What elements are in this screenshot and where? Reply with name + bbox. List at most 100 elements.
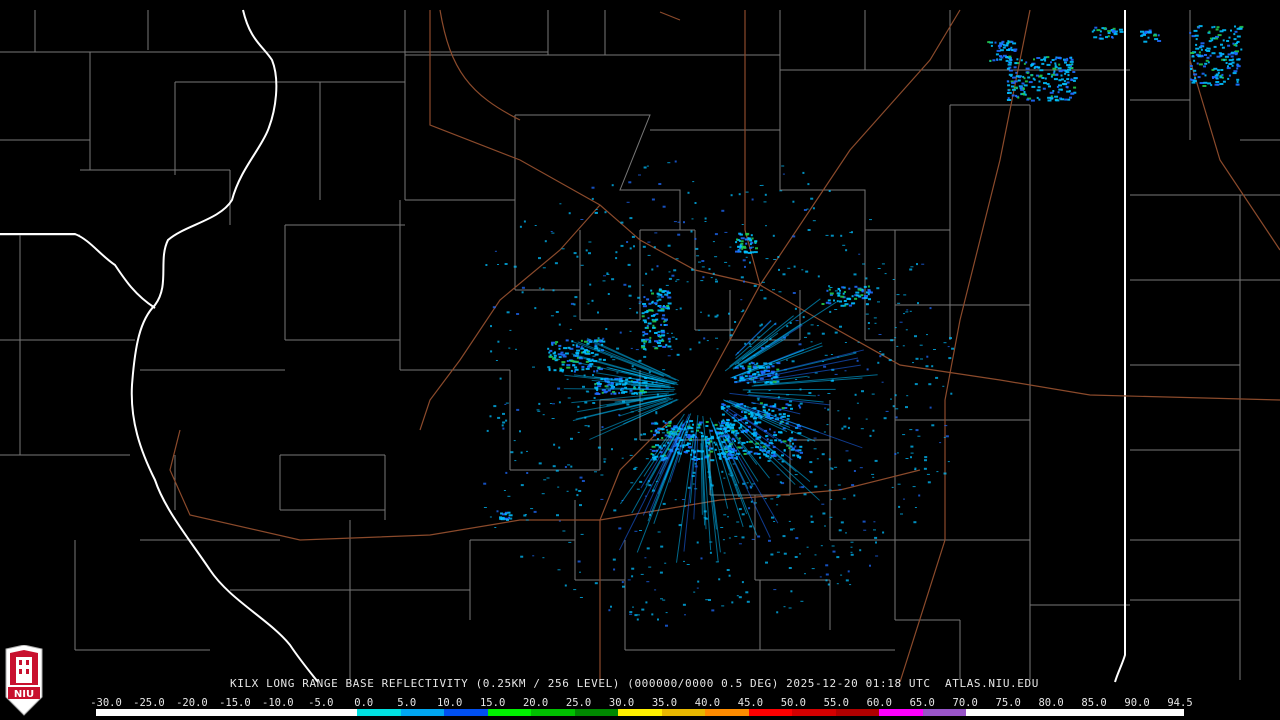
radar-echo [708,599,711,601]
radar-echo [602,280,606,282]
radar-echo [927,481,931,484]
radar-echo [786,414,790,417]
radar-echo [740,237,745,240]
radar-echo [793,438,797,441]
radar-echo [729,334,733,337]
radar-echo [1007,84,1011,87]
radar-echo [939,442,942,444]
radar-echo [1236,58,1241,61]
radar-echo [687,434,691,436]
radar-echo [651,613,654,616]
radar-echo [779,190,783,192]
radar-echo [654,332,657,334]
radar-echo [573,370,576,373]
radar-echo [652,326,655,329]
radar-echo [790,590,793,593]
radar-echo [1006,42,1010,45]
radar-echo [1051,73,1056,76]
radar-echo [754,502,757,504]
radar-echo [630,347,633,349]
radar-echo [766,438,769,441]
radar-echo [844,370,847,372]
radar-echo [716,427,719,430]
radar-echo [513,440,516,442]
radar-echo [921,263,925,265]
radar-echo [1228,36,1231,39]
radar-echo [665,343,668,346]
radar-echo [1014,62,1018,65]
radar-echo [642,331,646,334]
radar-echo [803,493,807,496]
radar-echo [656,296,660,298]
radar-echo [658,183,662,185]
radar-echo [674,499,677,501]
radar-echo [1042,87,1046,90]
radar-echo [1063,80,1066,83]
radar-echo [685,449,690,452]
radar-echo [714,256,718,258]
colorbar-segment [96,709,140,716]
radar-echo [536,409,540,411]
radar-echo [554,262,558,265]
radar-echo [526,450,528,452]
radar-echo [771,409,775,412]
radar-echo [749,239,753,242]
radar-echo [1020,59,1023,62]
radar-echo [514,460,517,462]
radar-echo [594,344,597,347]
radar-echo [713,441,716,444]
radar-echo [726,405,731,408]
radar-echo [777,458,781,460]
radar-echo [824,407,827,409]
radar-echo [664,562,667,564]
radar-echo [657,342,661,344]
radar-echo [926,355,929,358]
radar-echo [916,263,918,266]
radar-echo [574,366,578,369]
radar-echo [1033,58,1035,61]
radar-echo [591,186,595,189]
radar-echo [707,314,710,317]
radar-echo [1007,40,1010,43]
radar-echo [1233,44,1237,47]
radar-echo [643,296,646,299]
radar-echo [743,246,747,249]
radar-echo [1006,80,1009,83]
radar-echo [581,368,585,371]
radar-echo [884,273,887,275]
radar-echo [645,272,648,275]
radar-echo [788,438,791,441]
radar-echo [915,357,919,360]
radar-echo [813,448,817,450]
radar-echo [824,525,826,527]
radar-echo [561,353,566,356]
radar-echo [568,212,571,215]
radar-echo [994,41,997,44]
radar-echo [508,347,511,349]
radar-echo [632,606,634,608]
radar-echo [825,573,829,576]
radar-echo [879,351,882,353]
radar-echo [636,311,639,314]
radar-echo [712,241,715,243]
radar-echo [917,435,921,437]
radar-echo [729,246,732,248]
radar-echo [1227,53,1231,56]
radar-echo [679,307,682,310]
radar-echo [580,219,584,220]
radar-echo [608,609,611,612]
scale-label: 80.0 [1038,697,1064,709]
radar-echo [735,432,740,435]
radar-echo [807,229,811,231]
radar-echo [755,247,758,250]
radar-echo [912,486,916,488]
radar-echo [582,385,585,388]
scale-label: 55.0 [823,697,849,709]
radar-echo [869,434,872,437]
radar-echo [558,401,561,404]
radar-echo [493,405,497,408]
radar-echo [1013,66,1017,69]
radar-echo [654,589,657,591]
radar-echo [504,263,508,265]
radar-echo [813,437,817,439]
